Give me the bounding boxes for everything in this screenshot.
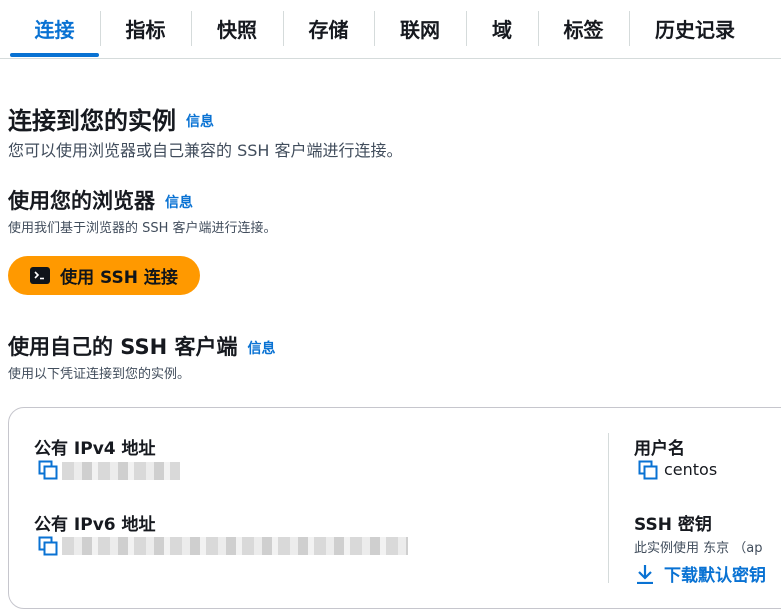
copy-icon[interactable] <box>638 460 658 480</box>
connect-ssh-button[interactable]: 使用 SSH 连接 <box>8 256 200 295</box>
ipv6-label: 公有 IPv6 地址 <box>34 515 156 535</box>
own-client-heading: 使用自己的 SSH 客户端 信息 <box>8 331 276 361</box>
active-tab-indicator <box>10 53 99 57</box>
ssh-key-label: SSH 密钥 <box>634 515 712 535</box>
browser-title: 使用您的浏览器 <box>8 189 155 213</box>
tab-domains[interactable]: 域 <box>467 0 537 56</box>
ipv4-value-redacted <box>62 462 180 480</box>
info-link[interactable]: 信息 <box>186 111 214 131</box>
browser-heading: 使用您的浏览器 信息 <box>8 185 193 215</box>
tab-metrics[interactable]: 指标 <box>101 0 190 56</box>
tab-networking[interactable]: 联网 <box>375 0 465 56</box>
tab-snapshots[interactable]: 快照 <box>192 0 282 56</box>
connect-description: 您可以使用浏览器或自己兼容的 SSH 客户端进行连接。 <box>8 141 403 160</box>
download-icon <box>637 564 653 584</box>
download-default-key-link[interactable]: 下载默认密钥 <box>636 561 766 586</box>
tab-history[interactable]: 历史记录 <box>630 0 760 56</box>
own-client-title: 使用自己的 SSH 客户端 <box>8 335 238 359</box>
column-divider <box>608 433 609 583</box>
terminal-icon <box>30 267 51 284</box>
tab-bar: 连接 指标 快照 存储 联网 域 标签 历史记录 <box>0 0 781 59</box>
ipv6-value-redacted <box>62 537 408 555</box>
connect-heading: 连接到您的实例 信息 <box>8 101 214 136</box>
browser-description: 使用我们基于浏览器的 SSH 客户端进行连接。 <box>8 221 277 236</box>
info-link[interactable]: 信息 <box>165 192 193 212</box>
copy-icon[interactable] <box>38 536 58 556</box>
tab-tags[interactable]: 标签 <box>539 0 628 56</box>
ssh-key-note: 此实例使用 东京 （ap <box>634 541 763 556</box>
username-label: 用户名 <box>634 439 685 459</box>
page-title: 连接到您的实例 <box>8 107 176 135</box>
username-value: centos <box>664 460 718 479</box>
tab-storage[interactable]: 存储 <box>284 0 373 56</box>
download-default-key-label: 下载默认密钥 <box>664 566 766 586</box>
copy-icon[interactable] <box>38 460 58 480</box>
tab-connect[interactable]: 连接 <box>10 0 99 56</box>
info-link[interactable]: 信息 <box>248 338 276 358</box>
own-client-description: 使用以下凭证连接到您的实例。 <box>8 367 191 382</box>
ipv4-label: 公有 IPv4 地址 <box>34 439 156 459</box>
connect-ssh-button-label: 使用 SSH 连接 <box>60 268 178 288</box>
